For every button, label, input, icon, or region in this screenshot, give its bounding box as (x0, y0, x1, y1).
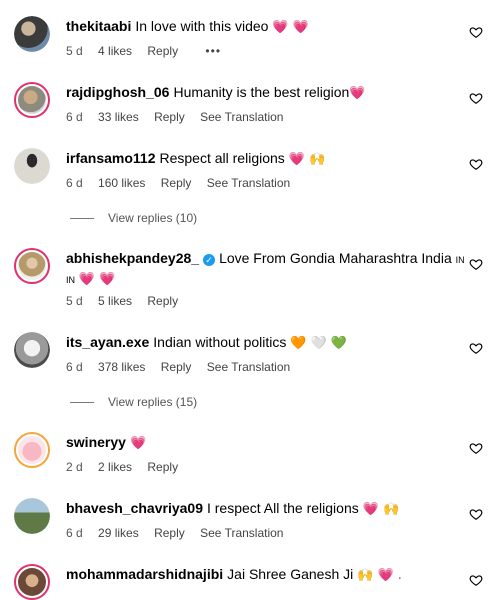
heart-outline-icon[interactable] (469, 573, 483, 587)
reply-button[interactable]: Reply (147, 294, 178, 308)
comment-likes[interactable]: 160 likes (98, 176, 145, 190)
see-translation-button[interactable]: See Translation (200, 526, 283, 540)
avatar[interactable] (14, 248, 50, 284)
see-translation-button[interactable]: See Translation (207, 360, 290, 374)
comment-emoji: 💗 (349, 86, 366, 101)
flag-text: IN (455, 255, 465, 265)
comment-likes[interactable]: 5 likes (98, 294, 132, 308)
view-replies-button[interactable]: View replies (10) (70, 210, 197, 226)
comment-username[interactable]: swineryy (66, 434, 126, 450)
reply-button[interactable]: Reply (154, 526, 185, 540)
reply-button[interactable]: Reply (161, 360, 192, 374)
verified-badge-icon: ✓ (203, 254, 216, 266)
comment-emoji: 🙌 💗 . (357, 568, 402, 583)
comment-time: 5 d (66, 294, 83, 308)
comment-username[interactable]: thekitaabi (66, 18, 131, 34)
comment-item: irfansamo112 Respect all religions 💗 🙌 6 … (0, 148, 495, 228)
comment-text: Love From Gondia Maharashtra India (219, 250, 452, 266)
heart-outline-icon[interactable] (469, 341, 483, 355)
comment-likes[interactable]: 378 likes (98, 360, 145, 374)
comment-time: 6 d (66, 360, 83, 374)
view-replies-button[interactable]: View replies (15) (70, 394, 197, 410)
comment-item: abhishekpandey28_ ✓ Love From Gondia Mahar… (0, 248, 495, 312)
comment-text: Respect all religions (159, 150, 285, 166)
heart-outline-icon[interactable] (469, 257, 483, 271)
comment-time: 6 d (66, 176, 83, 190)
comment-text: I respect All the religions (206, 500, 359, 516)
avatar[interactable] (14, 498, 50, 534)
comment-item: mohammadarshidnajibi Jai Shree Ganesh Ji … (0, 564, 495, 600)
comment-item: rajdipghosh_06 Humanity is the best relig… (0, 82, 495, 130)
comment-emoji: 🧡 🤍 💚 (290, 336, 348, 351)
reply-button[interactable]: Reply (147, 44, 178, 58)
comment-text: Jai Shree Ganesh Ji (227, 566, 354, 582)
reply-button[interactable]: Reply (147, 460, 178, 474)
comment-time: 6 d (66, 110, 83, 124)
heart-outline-icon[interactable] (469, 157, 483, 171)
comment-emoji: 💗 🙌 (362, 502, 400, 517)
comment-username[interactable]: irfansamo112 (66, 150, 156, 166)
see-translation-button[interactable]: See Translation (207, 176, 290, 190)
comment-username[interactable]: abhishekpandey28_ (66, 250, 199, 266)
comment-item: bhavesh_chavriya09 I respect All the reli… (0, 498, 495, 546)
comment-emoji: 💗 🙌 (288, 152, 326, 167)
heart-outline-icon[interactable] (469, 441, 483, 455)
comment-emoji: 💗 💗 (272, 20, 309, 35)
reply-button[interactable]: Reply (161, 176, 192, 190)
avatar[interactable] (14, 332, 50, 368)
avatar[interactable] (14, 16, 50, 52)
replies-divider (70, 218, 94, 220)
heart-outline-icon[interactable] (469, 507, 483, 521)
view-replies-label: View replies (15) (108, 395, 198, 409)
flag-text: IN (66, 275, 75, 285)
avatar[interactable] (14, 148, 50, 184)
more-options-icon[interactable]: ••• (205, 44, 221, 58)
comment-likes[interactable]: 33 likes (98, 110, 139, 124)
view-replies-label: View replies (10) (108, 211, 198, 225)
avatar[interactable] (14, 564, 50, 600)
comment-likes[interactable]: 4 likes (98, 44, 132, 58)
comment-likes[interactable]: 2 likes (98, 460, 132, 474)
reply-button[interactable]: Reply (154, 110, 185, 124)
comment-username[interactable]: bhavesh_chavriya09 (66, 500, 203, 516)
comment-username[interactable]: its_ayan.exe (66, 334, 149, 350)
comment-item: thekitaabi In love with this video 💗 💗 5 … (0, 16, 495, 64)
comments-list: thekitaabi In love with this video 💗 💗 5 … (0, 0, 495, 600)
comment-item: swineryy 💗 2 d 2 likes Reply (0, 432, 495, 480)
replies-divider (70, 402, 94, 404)
comment-time: 6 d (66, 526, 83, 540)
see-translation-button[interactable]: See Translation (200, 110, 283, 124)
avatar[interactable] (14, 82, 50, 118)
comment-text: In love with this video (135, 18, 269, 34)
comment-username[interactable]: rajdipghosh_06 (66, 84, 169, 100)
avatar[interactable] (14, 432, 50, 468)
comment-item: its_ayan.exe Indian without politics 🧡 🤍 … (0, 332, 495, 412)
comment-time: 2 d (66, 460, 83, 474)
comment-time: 5 d (66, 44, 83, 58)
comment-likes[interactable]: 29 likes (98, 526, 139, 540)
heart-outline-icon[interactable] (469, 91, 483, 105)
comment-text: Indian without politics (153, 334, 287, 350)
heart-outline-icon[interactable] (469, 25, 483, 39)
comment-emoji: 💗 (129, 436, 147, 451)
comment-username[interactable]: mohammadarshidnajibi (66, 566, 223, 582)
comment-text: Humanity is the best religion (173, 84, 350, 100)
comment-emoji: 💗 💗 (78, 272, 116, 287)
